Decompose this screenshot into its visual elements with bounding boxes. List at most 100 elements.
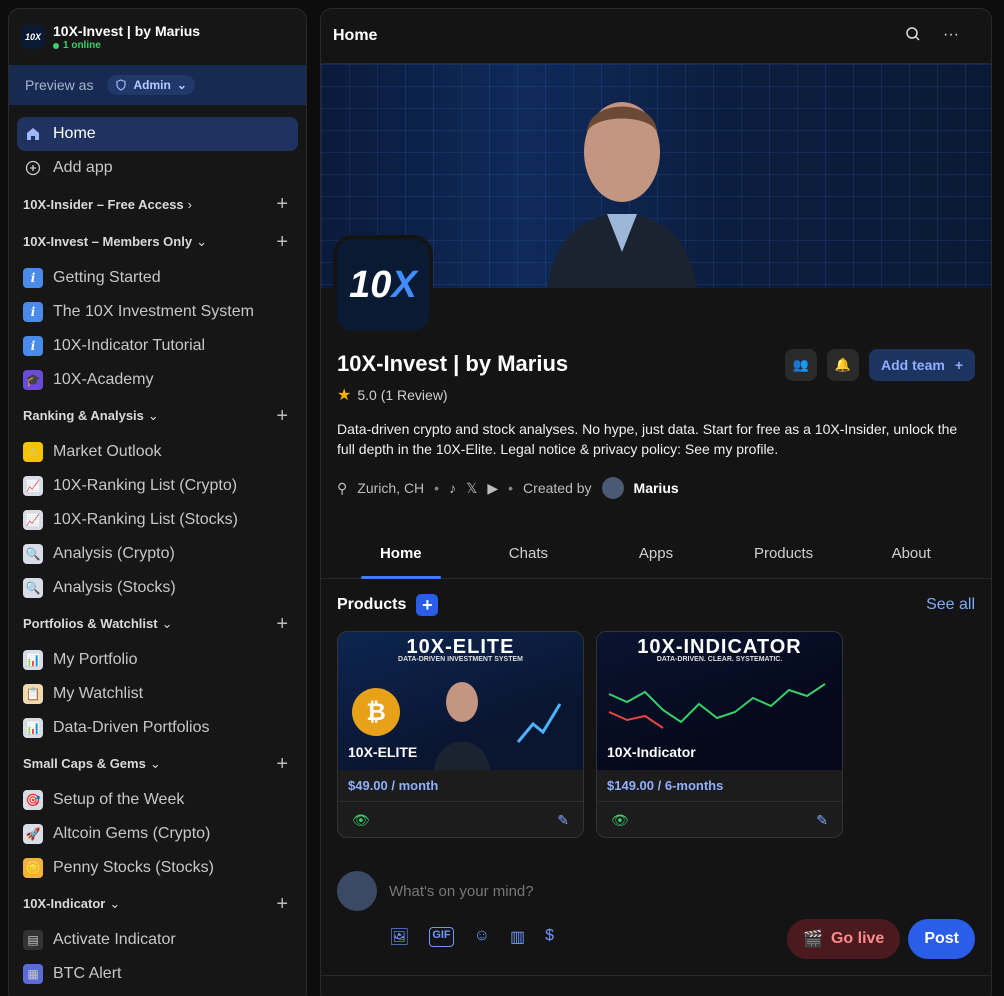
post-input[interactable]: What's on your mind? bbox=[389, 883, 534, 900]
sidebar-item[interactable]: i Getting Started bbox=[17, 261, 298, 295]
top-bar: Home ··· bbox=[321, 9, 991, 64]
sidebar-section-header[interactable]: Ranking & Analysis ⌄ + bbox=[17, 397, 298, 435]
sidebar-header[interactable]: 10X 10X-Invest | by Marius 1 online bbox=[9, 9, 306, 65]
sidebar-item-home[interactable]: Home bbox=[17, 117, 298, 151]
sidebar-item-label: Data-Driven Portfolios bbox=[53, 719, 210, 736]
add-product-button[interactable]: + bbox=[416, 594, 439, 616]
sidebar-item[interactable]: 🎓 10X-Academy bbox=[17, 363, 298, 397]
tab-home[interactable]: Home bbox=[337, 529, 465, 579]
post-button[interactable]: Post bbox=[908, 919, 975, 959]
creator-avatar[interactable] bbox=[601, 477, 624, 499]
sidebar-item-label: My Portfolio bbox=[53, 651, 138, 668]
creator-name[interactable]: Marius bbox=[634, 480, 679, 496]
edit-icon[interactable]: ✎ bbox=[557, 812, 569, 829]
tab-products[interactable]: Products bbox=[720, 529, 848, 578]
bar-chart-icon: 📊 bbox=[23, 650, 43, 670]
products-header: Products + See all bbox=[337, 594, 975, 616]
search-icon[interactable] bbox=[905, 26, 921, 47]
sidebar-item[interactable]: i 10X-Indicator Tutorial bbox=[17, 329, 298, 363]
go-live-button[interactable]: 🎬 Go live bbox=[787, 919, 901, 959]
more-options-icon[interactable]: ··· bbox=[943, 26, 959, 47]
sidebar-item[interactable]: ⚠ Market Outlook bbox=[17, 435, 298, 469]
sidebar-item-label: Market Outlook bbox=[53, 443, 162, 460]
sidebar-item-label: Analysis (Crypto) bbox=[53, 545, 175, 562]
preview-bar: Preview as Admin ⌄ bbox=[9, 65, 306, 105]
see-all-link[interactable]: See all bbox=[926, 596, 975, 614]
rating[interactable]: ★ 5.0 (1 Review) bbox=[337, 385, 975, 405]
sidebar-item[interactable]: 📊 Data-Driven Portfolios bbox=[17, 711, 298, 745]
poll-icon[interactable]: ▥ bbox=[510, 927, 525, 947]
indicator-icon: ▤ bbox=[23, 930, 43, 950]
sidebar-item-label: Analysis (Stocks) bbox=[53, 579, 176, 596]
sidebar-item-label: My Watchlist bbox=[53, 685, 144, 702]
add-icon[interactable]: + bbox=[276, 893, 288, 916]
sidebar-item[interactable]: ▦ BTC Alert bbox=[17, 957, 298, 991]
eye-icon[interactable]: 👁 bbox=[352, 812, 370, 829]
sidebar-section-header[interactable]: Small Caps & Gems ⌄ + bbox=[17, 745, 298, 783]
profile-info: 10X-Invest | by Marius ★ 5.0 (1 Review) D… bbox=[337, 297, 975, 499]
section-title: Ranking & Analysis bbox=[23, 408, 144, 423]
sidebar-item[interactable]: 📊 My Portfolio bbox=[17, 643, 298, 677]
clipboard-icon: 📋 bbox=[23, 684, 43, 704]
product-name: 10X-ELITE bbox=[348, 744, 418, 760]
profile-name: 10X-Invest | by Marius bbox=[337, 351, 569, 376]
chevron-icon: ⌄ bbox=[147, 408, 159, 423]
youtube-icon[interactable]: ▶ bbox=[487, 480, 498, 497]
dollar-icon[interactable]: $ bbox=[545, 927, 554, 947]
preview-role-dropdown[interactable]: Admin ⌄ bbox=[107, 75, 195, 95]
sidebar-item-label: 10X-Indicator Tutorial bbox=[53, 337, 206, 354]
tiktok-icon[interactable]: ♪ bbox=[449, 480, 456, 496]
add-icon[interactable]: + bbox=[276, 405, 288, 428]
tab-chats[interactable]: Chats bbox=[465, 529, 593, 578]
sidebar-item[interactable]: 🚀 Altcoin Gems (Crypto) bbox=[17, 817, 298, 851]
star-icon: ★ bbox=[337, 387, 352, 404]
eye-icon[interactable]: 👁 bbox=[611, 812, 629, 829]
x-icon[interactable]: 𝕏 bbox=[466, 480, 477, 497]
sidebar-section-header[interactable]: 10X-Invest – Members Only ⌄ + bbox=[17, 223, 298, 261]
sidebar-item[interactable]: 🔍 Analysis (Crypto) bbox=[17, 537, 298, 571]
product-card[interactable]: 10X-INDICATOR DATA-DRIVEN. CLEAR. SYSTEM… bbox=[596, 631, 843, 838]
tab-about[interactable]: About bbox=[847, 529, 975, 578]
sidebar-section-header[interactable]: Portfolios & Watchlist ⌄ + bbox=[17, 605, 298, 643]
add-icon[interactable]: + bbox=[276, 753, 288, 776]
creator-portrait bbox=[547, 102, 697, 288]
sidebar-section-header[interactable]: 10X-Indicator ⌄ + bbox=[17, 885, 298, 923]
edit-icon[interactable]: ✎ bbox=[816, 812, 828, 829]
magnifier-icon: 🔍 bbox=[23, 578, 43, 598]
add-icon[interactable]: + bbox=[276, 613, 288, 636]
chart-icon: 📈 bbox=[23, 476, 43, 496]
sidebar-item-add-app[interactable]: Add app bbox=[17, 151, 298, 185]
magnifier-icon: 🔍 bbox=[23, 544, 43, 564]
sidebar-item[interactable]: 🎯 Setup of the Week bbox=[17, 783, 298, 817]
emoji-icon[interactable]: ☺ bbox=[474, 927, 490, 947]
tab-apps[interactable]: Apps bbox=[592, 529, 720, 578]
add-icon[interactable]: + bbox=[276, 193, 288, 216]
section-title: 10X-Invest – Members Only bbox=[23, 234, 193, 249]
section-title: Small Caps & Gems bbox=[23, 756, 146, 771]
sidebar-item-label: Setup of the Week bbox=[53, 791, 185, 808]
camera-icon: 🎬 bbox=[803, 931, 823, 948]
sidebar-item[interactable]: 🔍 Analysis (Stocks) bbox=[17, 571, 298, 605]
product-banner: 10X-INDICATOR DATA-DRIVEN. CLEAR. SYSTEM… bbox=[597, 632, 842, 770]
gif-icon[interactable]: GIF bbox=[429, 927, 454, 947]
sidebar-item[interactable]: ▤ Activate Indicator bbox=[17, 923, 298, 957]
sidebar-item[interactable]: 🪙 Penny Stocks (Stocks) bbox=[17, 851, 298, 885]
sidebar-item-label: The 10X Investment System bbox=[53, 303, 254, 320]
sidebar-item[interactable]: 📋 My Watchlist bbox=[17, 677, 298, 711]
sidebar-item-label: Activate Indicator bbox=[53, 931, 176, 948]
info-icon: i bbox=[23, 268, 43, 288]
sidebar-item[interactable]: 📈 10X-Ranking List (Crypto) bbox=[17, 469, 298, 503]
sidebar-item-label: Penny Stocks (Stocks) bbox=[53, 859, 214, 876]
sidebar-item[interactable]: i The 10X Investment System bbox=[17, 295, 298, 329]
add-icon[interactable]: + bbox=[276, 231, 288, 254]
online-dot-icon bbox=[53, 42, 59, 49]
chevron-down-icon: ⌄ bbox=[176, 78, 187, 92]
graduation-cap-icon: 🎓 bbox=[23, 370, 43, 390]
sidebar-section-header[interactable]: 10X-Insider – Free Access › + bbox=[17, 185, 298, 223]
product-card[interactable]: 10X-ELITE DATA-DRIVEN INVESTMENT SYSTEM … bbox=[337, 631, 584, 838]
image-icon[interactable]: 🖼 bbox=[389, 927, 409, 947]
section-title: Portfolios & Watchlist bbox=[23, 616, 158, 631]
sidebar-item[interactable]: 📈 10X-Ranking List (Stocks) bbox=[17, 503, 298, 537]
target-icon: 🎯 bbox=[23, 790, 43, 810]
location: Zurich, CH bbox=[357, 480, 425, 496]
